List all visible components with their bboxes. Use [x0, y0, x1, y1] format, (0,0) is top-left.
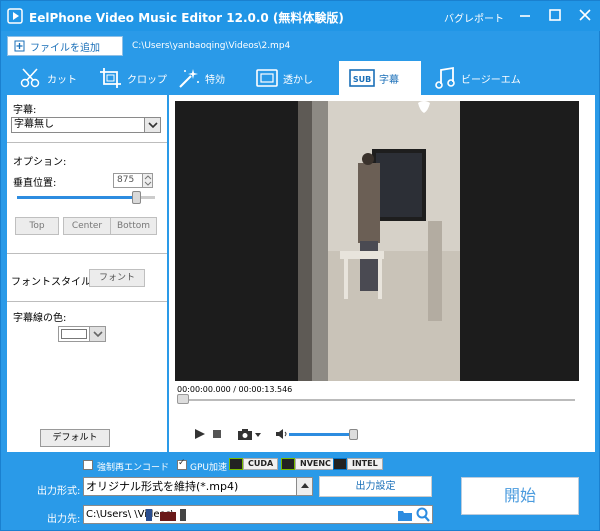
output-format-select[interactable]: オリジナル形式を維持(*.mp4) [83, 477, 313, 496]
add-file-icon [14, 40, 25, 52]
redacted-username [146, 509, 186, 521]
stop-icon[interactable] [211, 428, 223, 440]
chevron-down-icon[interactable] [89, 327, 105, 341]
options-label: オプション: [13, 157, 67, 168]
output-settings-button[interactable]: 出力設定 [319, 476, 432, 497]
chevron-down-icon[interactable] [144, 118, 160, 132]
subtitle-icon: SUB [349, 69, 375, 87]
center-button[interactable]: Center [63, 217, 111, 235]
color-swatch [61, 329, 87, 339]
subtitle-label: 字幕: [13, 105, 37, 116]
tab-label: カット [47, 74, 77, 86]
vertical-position-label: 垂直位置: [13, 178, 57, 189]
nvidia-icon [229, 458, 243, 470]
svg-text:SUB: SUB [353, 75, 371, 84]
scissors-icon [20, 68, 40, 88]
tab-effects[interactable]: 特効 [177, 61, 237, 95]
title-bar: EelPhone Video Music Editor 12.0.0 (無料体験… [1, 1, 600, 31]
file-row: ファイルを追加 C:\Users\yanbaoqing\Videos\2.mp4 [1, 34, 600, 58]
play-icon[interactable] [194, 428, 206, 440]
divider [7, 253, 167, 254]
outline-color-label: 字幕線の色: [13, 313, 67, 324]
nvidia-icon [281, 458, 295, 470]
default-button[interactable]: デフォルト [40, 429, 110, 447]
volume-slider[interactable] [289, 433, 355, 436]
destination-field[interactable]: C:\Users\ \Videos\ [83, 505, 433, 524]
subtitle-select-value: 字幕無し [14, 119, 54, 130]
video-preview [175, 101, 579, 381]
file-path: C:\Users\yanbaoqing\Videos\2.mp4 [132, 41, 291, 51]
bottom-button[interactable]: Bottom [110, 217, 157, 235]
divider [7, 142, 167, 143]
playback-time: 00:00:00.000 / 00:00:13.546 [177, 385, 293, 394]
tab-label: 字幕 [379, 74, 399, 86]
volume-icon[interactable] [275, 429, 287, 439]
gpu-acceleration-checkbox[interactable] [177, 458, 187, 470]
window-title: EelPhone Video Music Editor 12.0.0 (無料体験… [29, 11, 344, 25]
tab-bar: カット クロップ 特効 透かし SUB 字幕 ビージーエム [1, 61, 600, 95]
subtitle-settings-panel: 字幕: 字幕無し オプション: 垂直位置: 875 Top Center Bot… [7, 95, 167, 452]
divider [7, 301, 167, 302]
top-button[interactable]: Top [15, 217, 59, 235]
tab-bgm[interactable]: ビージーエム [433, 61, 543, 95]
tab-label: 特効 [205, 74, 225, 86]
seek-handle[interactable] [177, 394, 189, 404]
cuda-badge: CUDA [229, 457, 279, 471]
snapshot-camera-icon[interactable] [237, 428, 263, 440]
intel-icon [333, 458, 347, 470]
nvenc-badge: NVENC [281, 457, 336, 471]
tab-label: ビージーエム [461, 74, 521, 86]
bug-report-link[interactable]: バグレポート [444, 10, 504, 25]
force-reencode-label: 強制再エンコード [97, 463, 170, 473]
volume-handle[interactable] [349, 429, 358, 440]
add-file-label: ファイルを追加 [30, 42, 100, 54]
vertical-position-value: 875 [117, 175, 135, 185]
app-window: EelPhone Video Music Editor 12.0.0 (無料体験… [0, 0, 600, 531]
preview-panel: 00:00:00.000 / 00:00:13.546 [169, 95, 595, 452]
force-reencode-checkbox[interactable] [83, 460, 93, 470]
tab-subtitle[interactable]: SUB 字幕 [339, 61, 421, 95]
close-icon[interactable] [577, 7, 593, 23]
subtitle-select[interactable]: 字幕無し [11, 117, 161, 133]
magic-wand-icon [179, 69, 199, 88]
seek-bar[interactable] [179, 399, 575, 401]
tab-cut[interactable]: カット [19, 61, 89, 95]
vertical-position-stepper[interactable]: 875 [113, 173, 153, 188]
add-file-button[interactable]: ファイルを追加 [7, 36, 123, 56]
font-style-label: フォントスタイル [11, 277, 91, 288]
start-button[interactable]: 開始 [461, 477, 579, 515]
video-frame-image [298, 101, 460, 381]
outline-color-picker[interactable] [58, 326, 106, 342]
tab-crop[interactable]: クロップ [99, 61, 179, 95]
stepper-arrows-icon[interactable] [142, 174, 152, 187]
tab-label: 透かし [283, 74, 313, 86]
folder-icon[interactable] [397, 508, 413, 522]
dropdown-arrow-icon[interactable] [296, 478, 312, 495]
search-icon[interactable] [416, 507, 430, 522]
intel-badge: INTEL [333, 457, 383, 471]
output-bar: 強制再エンコード GPU加速 CUDA NVENC INTEL 出力形式: オリ… [1, 455, 600, 531]
minimize-icon[interactable] [517, 7, 533, 23]
music-note-icon [435, 66, 455, 89]
tab-label: クロップ [127, 74, 167, 86]
tab-watermark[interactable]: 透かし [255, 61, 325, 95]
destination-label: 出力先: [47, 514, 81, 525]
gpu-acceleration-label: GPU加速 [190, 463, 227, 473]
font-button[interactable]: フォント [89, 269, 145, 287]
maximize-icon[interactable] [547, 7, 563, 23]
output-format-value: オリジナル形式を維持(*.mp4) [86, 480, 239, 493]
video-frame [298, 101, 460, 381]
output-format-label: 出力形式: [37, 486, 81, 497]
app-logo-icon [7, 8, 23, 24]
crop-icon [100, 68, 121, 88]
watermark-icon [256, 69, 278, 87]
vertical-position-slider-handle[interactable] [132, 191, 141, 204]
